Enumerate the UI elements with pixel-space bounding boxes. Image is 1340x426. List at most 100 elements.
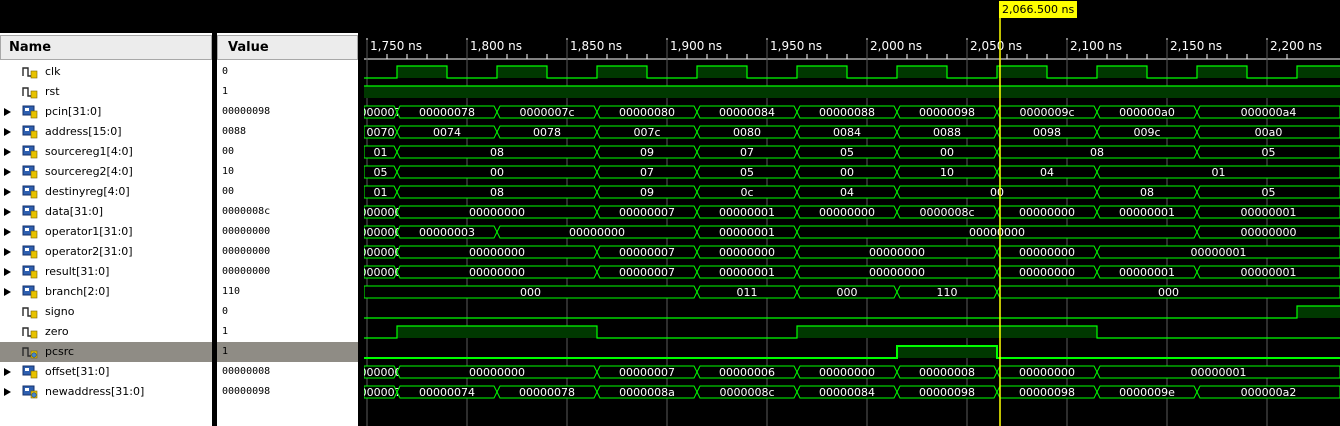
tick-label: 2,150 ns bbox=[1170, 39, 1222, 53]
timeline-ruler[interactable]: 1,750 ns 1,800 ns 1,850 ns 1,900 ns 1,950 ns… bbox=[364, 38, 1340, 60]
bus-value-label: 00000007 bbox=[619, 266, 675, 279]
tick-label: 1,850 ns bbox=[570, 39, 622, 53]
expand-arrow-icon[interactable] bbox=[4, 148, 11, 156]
tick-label: 1,750 ns bbox=[370, 39, 422, 53]
waveform-zero[interactable] bbox=[364, 325, 1340, 339]
waveform-rst[interactable] bbox=[364, 85, 1340, 98]
waveform-destinyreg[interactable]: 01 08 09 0c 04 00 08 05 bbox=[364, 185, 1340, 199]
signal-value-row[interactable]: 10 bbox=[217, 162, 358, 182]
signal-value-row[interactable]: 1 bbox=[217, 82, 358, 102]
bus-value-label: 000 bbox=[1158, 286, 1179, 299]
value-column-header[interactable]: Value bbox=[217, 35, 358, 60]
waveform-data[interactable]: 0000000500000000000000070000000100000000… bbox=[364, 205, 1340, 219]
signal-row-signo[interactable]: signo bbox=[0, 302, 212, 322]
signal-value-row[interactable]: 0 bbox=[217, 302, 358, 322]
signal-name: operator2[31:0] bbox=[45, 245, 133, 258]
signal-row-zero[interactable]: zero bbox=[0, 322, 212, 342]
signal-name: sourcereg2[4:0] bbox=[45, 165, 133, 178]
bus-icon bbox=[22, 285, 38, 299]
signal-row-address[interactable]: address[15:0] bbox=[0, 122, 212, 142]
bus-value-label: 01 bbox=[374, 186, 388, 199]
signal-value-row[interactable]: 00000000 bbox=[217, 262, 358, 282]
signal-row-sourcereg2[interactable]: sourcereg2[4:0] bbox=[0, 162, 212, 182]
signal-row-rst[interactable]: rst bbox=[0, 82, 212, 102]
signal-value-row[interactable]: 110 bbox=[217, 282, 358, 302]
signal-value-row[interactable]: 1 bbox=[217, 322, 358, 342]
signal-value-row[interactable]: 0 bbox=[217, 62, 358, 82]
waveform-operator1[interactable]: 00000000 00000003 00000000 00000001 00000000… bbox=[364, 225, 1340, 239]
signal-name: operator1[31:0] bbox=[45, 225, 133, 238]
tick-label: 1,900 ns bbox=[670, 39, 722, 53]
waveform-newaddress[interactable]: 0000007a00000074000000780000008a0000008c… bbox=[364, 385, 1340, 399]
bus-value-label: 00000000 bbox=[969, 226, 1025, 239]
expand-arrow-icon[interactable] bbox=[4, 268, 11, 276]
name-column-header[interactable]: Name bbox=[0, 35, 212, 60]
waveform-offset[interactable]: 0000000500000000000000070000000600000000… bbox=[364, 365, 1340, 379]
expand-arrow-icon[interactable] bbox=[4, 108, 11, 116]
waveform-address[interactable]: 0070 0074 0078 007c 0080 0084 0088 0098 009c 00a0 bbox=[364, 125, 1340, 139]
expand-arrow-icon[interactable] bbox=[4, 288, 11, 296]
signal-row-destinyreg[interactable]: destinyreg[4:0] bbox=[0, 182, 212, 202]
signal-value-row[interactable]: 0088 bbox=[217, 122, 358, 142]
signal-value-row[interactable]: 00000008 bbox=[217, 362, 358, 382]
signal-row-sourcereg1[interactable]: sourcereg1[4:0] bbox=[0, 142, 212, 162]
wire-trace bbox=[364, 305, 1340, 319]
expand-arrow-icon[interactable] bbox=[4, 388, 11, 396]
signal-row-offset[interactable]: offset[31:0] bbox=[0, 362, 212, 382]
waveform-sourcereg2[interactable]: 05 00 07 05 00 10 04 01 bbox=[364, 165, 1340, 179]
bus-value-label: 00000007 bbox=[619, 246, 675, 259]
signal-value-row[interactable]: 00000000 bbox=[217, 242, 358, 262]
signal-value: 110 bbox=[222, 286, 241, 297]
bus-icon bbox=[22, 245, 38, 259]
signal-row-clk[interactable]: clk bbox=[0, 62, 212, 82]
bus-value-label: 00a0 bbox=[1255, 126, 1283, 139]
wire-icon bbox=[22, 305, 38, 319]
waveform-pcsrc[interactable] bbox=[364, 345, 1340, 359]
signal-value-row[interactable]: 00 bbox=[217, 142, 358, 162]
signal-value-row[interactable]: 00000098 bbox=[217, 102, 358, 122]
signal-row-operator2[interactable]: operator2[31:0] bbox=[0, 242, 212, 262]
signal-row-branch[interactable]: branch[2:0] bbox=[0, 282, 212, 302]
expand-arrow-icon[interactable] bbox=[4, 188, 11, 196]
signal-value-row[interactable]: 0000008c bbox=[217, 202, 358, 222]
waveform-pcin[interactable]: 00000074000000780000007c0000008000000084… bbox=[364, 105, 1340, 119]
signal-value: 0000008c bbox=[222, 206, 271, 217]
signal-value-row[interactable]: 00000098 bbox=[217, 382, 358, 402]
signal-name: data[31:0] bbox=[45, 205, 104, 218]
waveform-signo[interactable] bbox=[364, 305, 1340, 319]
signal-row-newaddress[interactable]: newaddress[31:0] bbox=[0, 382, 212, 402]
waveform-branch[interactable]: 000 011 000 110 000 bbox=[364, 285, 1340, 299]
tick-label: 2,100 ns bbox=[1070, 39, 1122, 53]
signal-row-operator1[interactable]: operator1[31:0] bbox=[0, 222, 212, 242]
bus-value-label: 04 bbox=[1040, 166, 1054, 179]
signal-value-row[interactable]: 1 bbox=[217, 342, 358, 362]
signal-row-pcin[interactable]: pcin[31:0] bbox=[0, 102, 212, 122]
bus-icon bbox=[22, 205, 38, 219]
wire-trace bbox=[364, 345, 1340, 359]
expand-arrow-icon[interactable] bbox=[4, 248, 11, 256]
waveform-operator2[interactable]: 0000000500000000000000070000000000000000… bbox=[364, 245, 1340, 259]
signal-row-result[interactable]: result[31:0] bbox=[0, 262, 212, 282]
expand-arrow-icon[interactable] bbox=[4, 228, 11, 236]
signal-value-row[interactable]: 00 bbox=[217, 182, 358, 202]
expand-arrow-icon[interactable] bbox=[4, 368, 11, 376]
signal-value: 0 bbox=[222, 306, 229, 317]
signal-value-row[interactable]: 00000000 bbox=[217, 222, 358, 242]
bus-value-label: 00000088 bbox=[819, 106, 875, 119]
expand-arrow-icon[interactable] bbox=[4, 168, 11, 176]
waveform-sourcereg1[interactable]: 01 08 09 07 05 00 08 05 bbox=[364, 145, 1340, 159]
expand-arrow-icon[interactable] bbox=[4, 128, 11, 136]
high-level-fill bbox=[897, 66, 947, 78]
bus-value-label: 01 bbox=[374, 146, 388, 159]
bus-value-label: 00000001 bbox=[1191, 246, 1247, 259]
bus-value-label: 00000078 bbox=[519, 386, 575, 399]
signal-row-pcsrc[interactable]: pcsrc bbox=[0, 342, 212, 362]
expand-arrow-icon[interactable] bbox=[4, 208, 11, 216]
bus-value-label: 00000000 bbox=[1241, 226, 1297, 239]
waveform-clk[interactable] bbox=[364, 65, 1340, 79]
cursor-time-label[interactable]: 2,066.500 ns bbox=[999, 1, 1078, 18]
signal-row-data[interactable]: data[31:0] bbox=[0, 202, 212, 222]
waveform-area[interactable]: 1,750 ns 1,800 ns 1,850 ns 1,900 ns 1,950 ns… bbox=[364, 0, 1340, 426]
waveform-canvas[interactable]: 1,750 ns 1,800 ns 1,850 ns 1,900 ns 1,950 ns… bbox=[364, 0, 1340, 426]
waveform-result[interactable]: 0000000500000000000000070000000100000000… bbox=[364, 265, 1340, 279]
